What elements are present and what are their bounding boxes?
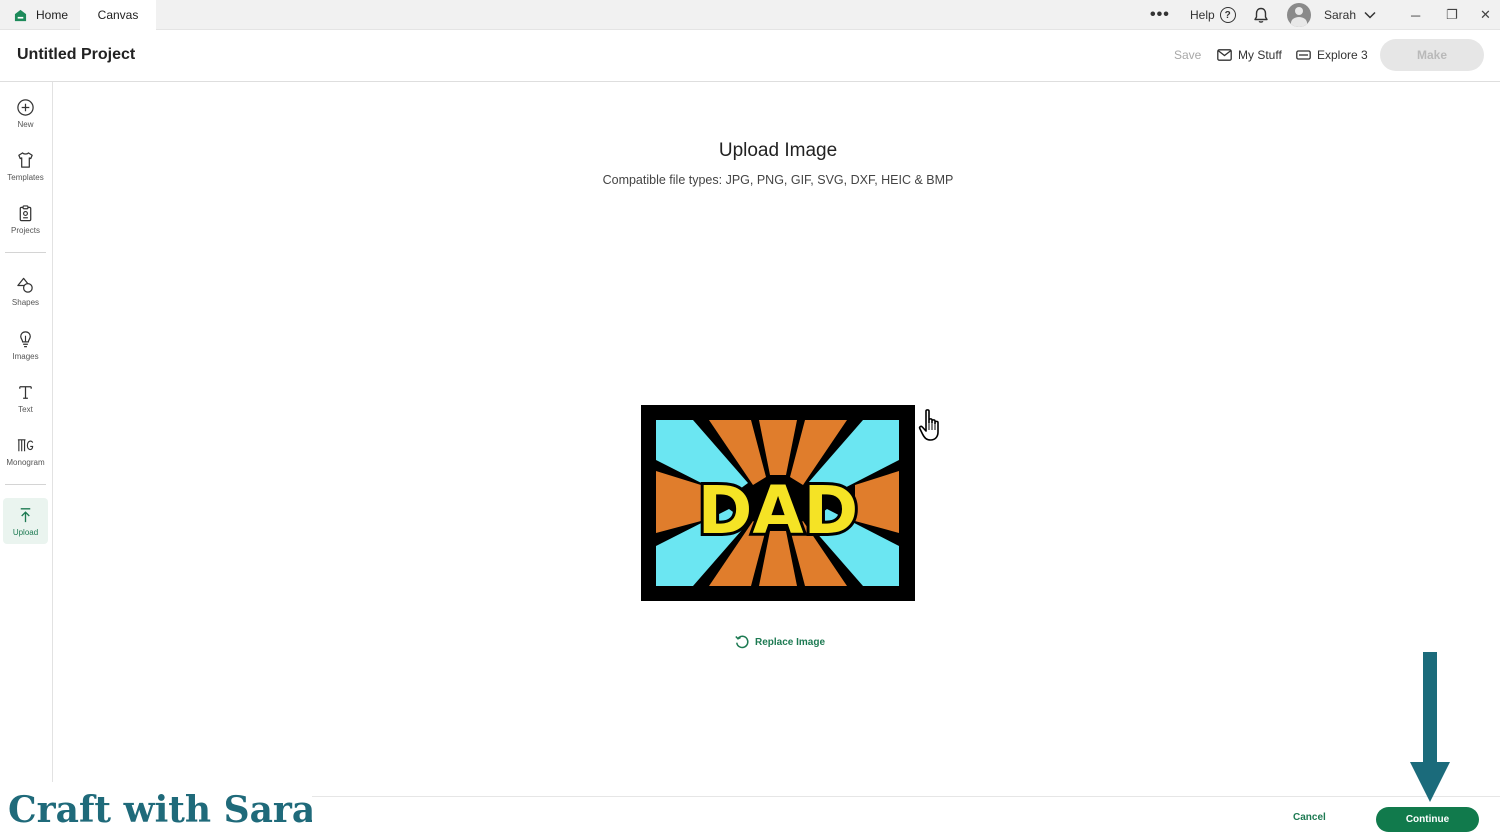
help-button[interactable]: Help ? [1190,0,1236,30]
plus-circle-icon [17,98,34,116]
dad-sunburst-image: DAD [641,405,915,601]
sidebar-item-new[interactable]: New [3,90,48,136]
project-header: Untitled Project Save My Stuff Explore 3… [0,30,1500,82]
sidebar-label-text: Text [18,404,33,414]
envelope-icon [1217,49,1232,61]
sidebar-divider [5,484,46,485]
tab-canvas[interactable]: Canvas [80,0,156,30]
machine-selector[interactable]: Explore 3 [1296,48,1368,62]
text-icon [19,385,32,399]
cancel-button[interactable]: Cancel [1293,812,1326,823]
sidebar-item-shapes[interactable]: Shapes [3,268,48,314]
tab-home-label: Home [36,8,69,22]
machine-icon [1296,49,1311,60]
annotation-arrow-down-icon [1410,652,1450,802]
help-label: Help [1190,8,1215,22]
dad-text: DAD [698,472,859,549]
user-name: Sarah [1324,8,1357,22]
title-bar: Home Canvas ••• Help ? Sarah ─ ❐ ✕ [0,0,1500,30]
project-title: Untitled Project [17,46,136,63]
user-menu[interactable]: Sarah [1287,0,1376,30]
bell-icon [1254,7,1268,23]
replace-image-button[interactable]: Replace Image [734,634,825,650]
page-title: Upload Image [718,140,838,161]
help-circle-icon: ? [1219,7,1236,23]
tab-home[interactable]: Home [8,0,82,30]
uploaded-image-preview: DAD [641,405,915,601]
sidebar-item-images[interactable]: Images [3,322,48,368]
sidebar-divider [5,252,46,253]
watermark-logo: Craft with Sarah [0,782,312,840]
home-logo-icon [14,9,27,21]
hand-cursor-icon [918,409,939,441]
sidebar-item-monogram[interactable]: Monogram [3,428,48,474]
notifications-button[interactable] [1253,0,1269,30]
sidebar-label-monogram: Monogram [6,457,45,467]
sidebar-label-images: Images [12,351,39,361]
lightbulb-icon [20,330,31,347]
sidebar-label-projects: Projects [11,225,40,235]
save-button[interactable]: Save [1174,48,1201,62]
make-button[interactable]: Make [1380,39,1484,71]
sidebar-item-projects[interactable]: Projects [3,196,48,242]
sidebar-item-upload[interactable]: Upload [3,498,48,544]
restore-button[interactable]: ❐ [1446,0,1458,30]
avatar [1287,3,1311,27]
monogram-icon [17,438,34,451]
tab-canvas-label: Canvas [97,8,139,22]
clipboard-icon [19,204,32,221]
watermark-text: Craft with Sarah [8,789,312,831]
refresh-icon [735,635,749,649]
left-sidebar: New Templates Projects Shapes Images Tex… [0,82,53,840]
close-window-button[interactable]: ✕ [1480,0,1491,30]
my-stuff-button[interactable]: My Stuff [1217,48,1282,62]
continue-button[interactable]: Continue [1376,807,1479,832]
more-options-button[interactable]: ••• [1150,0,1170,30]
sidebar-label-new: New [17,119,34,129]
my-stuff-label: My Stuff [1238,48,1282,62]
machine-label: Explore 3 [1317,48,1368,62]
compatible-file-types: Compatible file types: JPG, PNG, GIF, SV… [602,173,954,187]
minimize-button[interactable]: ─ [1411,0,1420,30]
shapes-icon [17,277,33,293]
sidebar-label-upload: Upload [12,527,39,537]
replace-image-label: Replace Image [755,636,826,648]
sidebar-item-text[interactable]: Text [3,375,48,421]
sidebar-label-shapes: Shapes [11,297,40,307]
chevron-down-icon [1364,11,1376,19]
upload-icon [20,507,31,522]
